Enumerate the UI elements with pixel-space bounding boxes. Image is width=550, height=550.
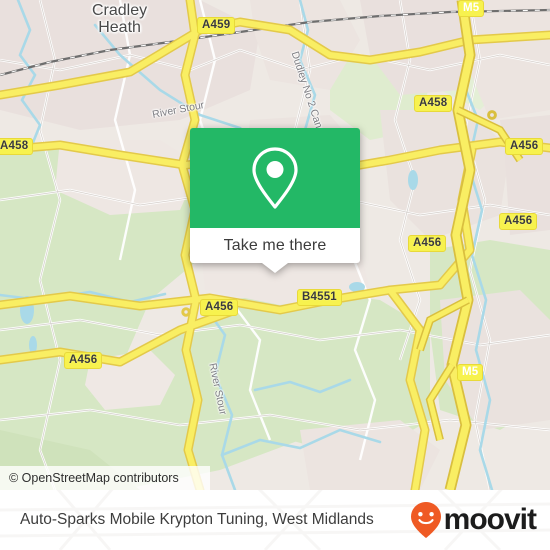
- road-shield-a456-center: A456: [200, 299, 239, 316]
- moovit-logo[interactable]: moovit: [409, 501, 537, 539]
- take-me-there-button[interactable]: Take me there: [224, 237, 327, 255]
- attribution-text: © OpenStreetMap contributors: [9, 471, 179, 485]
- road-shield-m5-north: M5: [458, 0, 485, 17]
- callout-header: [190, 128, 360, 228]
- road-shield-a458-right: A458: [414, 95, 453, 112]
- map-canvas[interactable]: Cradley Heath River Stour Dudley No 2 Ca…: [0, 0, 550, 490]
- road-shield-m5-south: M5: [457, 364, 484, 381]
- road-shield-a458-left: A458: [0, 138, 34, 155]
- road-shield-a459: A459: [197, 17, 236, 34]
- callout-footer[interactable]: Take me there: [190, 228, 360, 273]
- moovit-wordmark: moovit: [443, 503, 537, 536]
- moovit-smiley-pin-icon: [410, 502, 441, 538]
- place-label-line2: Heath: [98, 19, 141, 36]
- callout-pointer: [262, 263, 288, 273]
- location-pin-icon: [252, 147, 298, 209]
- road-shield-a456-center-right: A456: [408, 235, 447, 252]
- road-shield-a456-upper-right: A456: [505, 138, 544, 155]
- map-attribution[interactable]: © OpenStreetMap contributors: [0, 466, 210, 490]
- page-title: Auto-Sparks Mobile Krypton Tuning, West …: [20, 511, 374, 528]
- place-label-cradley-heath: Cradley Heath: [92, 2, 147, 36]
- place-label-line1: Cradley: [92, 2, 148, 19]
- road-shield-a456-mid-right: A456: [499, 213, 538, 230]
- road-shield-a456-lower-left: A456: [64, 352, 103, 369]
- footer-bar: Auto-Sparks Mobile Krypton Tuning, West …: [0, 490, 550, 550]
- location-callout-card[interactable]: Take me there: [190, 128, 360, 273]
- road-shield-b4551: B4551: [297, 289, 342, 306]
- map-page: Cradley Heath River Stour Dudley No 2 Ca…: [0, 0, 550, 550]
